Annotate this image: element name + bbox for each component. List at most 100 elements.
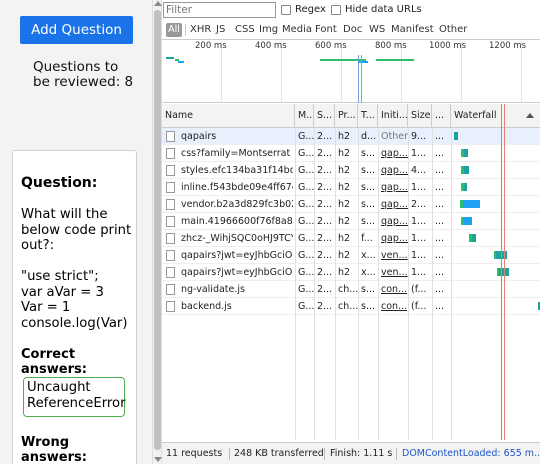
cell-status: 2... [317, 165, 333, 176]
file-icon [166, 267, 175, 278]
load-marker-line [504, 104, 505, 440]
type-filter-ws[interactable]: WS [369, 24, 385, 35]
type-filter-other[interactable]: Other [439, 24, 467, 35]
col-method[interactable]: M... [295, 104, 314, 128]
overview-load-marker [361, 55, 362, 103]
column-divider [295, 128, 296, 440]
col-status[interactable]: S... [314, 104, 335, 128]
col-name[interactable]: Name [162, 104, 295, 128]
cell-method: G... [298, 182, 314, 193]
overview-tick: 200 ms [195, 41, 227, 51]
table-row[interactable]: backend.js G... 2... ch... s... con... (f.....… [162, 298, 540, 315]
type-filter-manifest[interactable]: Manifest [391, 24, 434, 35]
filter-input[interactable] [163, 2, 276, 18]
hide-data-urls-checkbox[interactable] [331, 5, 341, 15]
correct-answer-box[interactable]: Uncaught ReferenceError [23, 377, 126, 417]
col-time[interactable]: ... [432, 104, 451, 128]
requests-table: Name M... S... Pr... T... Initi... Size … [162, 104, 540, 440]
table-row[interactable]: styles.efc134ba31f14bc03... G...2... h2 s..… [162, 162, 540, 179]
page-scrollbar[interactable] [152, 0, 162, 464]
table-row[interactable]: qapairs?jwt=eyJhbGciOiJI... G...2... h2 x..… [162, 247, 540, 264]
cell-type: f... [361, 233, 373, 244]
cell-name: main.41966600f76f8a8c7... [181, 216, 293, 227]
column-divider [335, 128, 336, 440]
cell-initiator[interactable]: ven... [378, 264, 408, 281]
table-row[interactable]: zhcz-_WihjSQC0oHJ9TCY... G... 2... h2 f... qa… [162, 230, 540, 247]
waterfall-bar [464, 183, 467, 191]
cell-protocol: h2 [338, 148, 351, 159]
type-filter-media[interactable]: Media [282, 24, 312, 35]
type-filter-css[interactable]: CSS [235, 24, 255, 35]
scroll-down-arrow-icon[interactable] [154, 457, 162, 462]
add-question-button[interactable]: Add Question [20, 16, 133, 44]
overview-tick: 800 ms [375, 41, 407, 51]
cell-protocol: h2 [338, 233, 351, 244]
filter-bar: Regex Hide data URLs [162, 0, 540, 20]
divider [185, 24, 186, 36]
type-filter-all[interactable]: All [166, 23, 182, 37]
cell-initiator[interactable]: ven... [378, 247, 408, 264]
type-filter-js[interactable]: JS [216, 24, 225, 35]
col-type[interactable]: T... [358, 104, 378, 128]
scroll-up-arrow-icon[interactable] [154, 1, 162, 6]
cell-size: 1... [411, 233, 427, 244]
cell-protocol: ch... [338, 301, 358, 312]
timeline-overview[interactable]: 200 ms 400 ms 600 ms 800 ms 1000 ms 1200… [162, 41, 540, 103]
cell-time: ... [435, 284, 445, 295]
app-panel: Add Question Questions to be reviewed: 8… [0, 0, 152, 464]
cell-method: G... [298, 148, 314, 159]
cell-method: G... [298, 216, 314, 227]
cell-time: ... [435, 233, 445, 244]
type-filter-font[interactable]: Font [315, 24, 337, 35]
question-title: Question: [21, 175, 98, 191]
cell-protocol: h2 [338, 182, 351, 193]
cell-name: ng-validate.js [181, 284, 245, 295]
table-row[interactable]: vendor.b2a3d829fc3b029...G...2...h2s...q… [162, 196, 540, 213]
cell-size: 1... [411, 267, 427, 278]
cell-initiator[interactable]: qap... [378, 145, 408, 162]
table-row[interactable]: main.41966600f76f8a8c7... G...2... h2 s...q… [162, 213, 540, 230]
cell-method: G... [298, 284, 314, 295]
wrong-answers-title: Wrong answers: [21, 435, 87, 464]
table-row[interactable]: qapairs G... 2... h2 d... Other 9...... [162, 128, 540, 145]
resource-type-filter: All XHR JS CSS Img Media Font Doc WS Man… [162, 20, 540, 40]
cell-method: G... [298, 250, 314, 261]
cell-status: 2... [317, 301, 333, 312]
column-divider [314, 128, 315, 440]
col-initiator[interactable]: Initi... [378, 104, 408, 128]
cell-name: qapairs?jwt=eyJhbGciOiJI... [181, 267, 293, 278]
cell-type: s... [361, 148, 376, 159]
cell-method: G... [298, 301, 314, 312]
col-size[interactable]: Size [408, 104, 432, 128]
cell-initiator[interactable]: con... [378, 298, 408, 315]
type-filter-xhr[interactable]: XHR [190, 24, 211, 35]
table-row[interactable]: qapairs?jwt=eyJhbGciOiJI... G...2... h2 x..… [162, 264, 540, 281]
cell-time: ... [435, 148, 445, 159]
regex-checkbox[interactable] [281, 5, 291, 15]
scroll-thumb[interactable] [154, 10, 161, 450]
column-divider [378, 128, 379, 440]
overview-bar [178, 61, 184, 63]
cell-name: qapairs?jwt=eyJhbGciOiJI... [181, 250, 293, 261]
divider [396, 448, 397, 460]
cell-size: 1... [411, 250, 427, 261]
cell-initiator[interactable]: qap... [378, 196, 408, 213]
col-protocol[interactable]: Pr... [335, 104, 358, 128]
sort-arrow-icon[interactable] [526, 113, 534, 118]
cell-initiator[interactable]: qap... [378, 230, 408, 247]
cell-size: (f... [411, 284, 427, 295]
type-filter-img[interactable]: Img [259, 24, 278, 35]
question-text: What will the below code print out?: "us… [21, 207, 137, 331]
cell-initiator: Other [381, 131, 408, 142]
cell-type: s... [361, 165, 376, 176]
cell-initiator[interactable]: qap... [378, 162, 408, 179]
type-filter-doc[interactable]: Doc [343, 24, 362, 35]
cell-size: 9... [411, 131, 427, 142]
table-row[interactable]: inline.f543bde09e4ff67e5... G...2... h2 s..… [162, 179, 540, 196]
question-line: var aVar = 3 [21, 284, 104, 300]
cell-initiator[interactable]: con... [378, 281, 408, 298]
table-row[interactable]: css?family=Montserrat G... 2... h2 s... qap..… [162, 145, 540, 162]
table-row[interactable]: ng-validate.js G... 2... ch... s... con... (f.… [162, 281, 540, 298]
cell-initiator[interactable]: qap... [378, 213, 408, 230]
cell-initiator[interactable]: qap... [378, 179, 408, 196]
